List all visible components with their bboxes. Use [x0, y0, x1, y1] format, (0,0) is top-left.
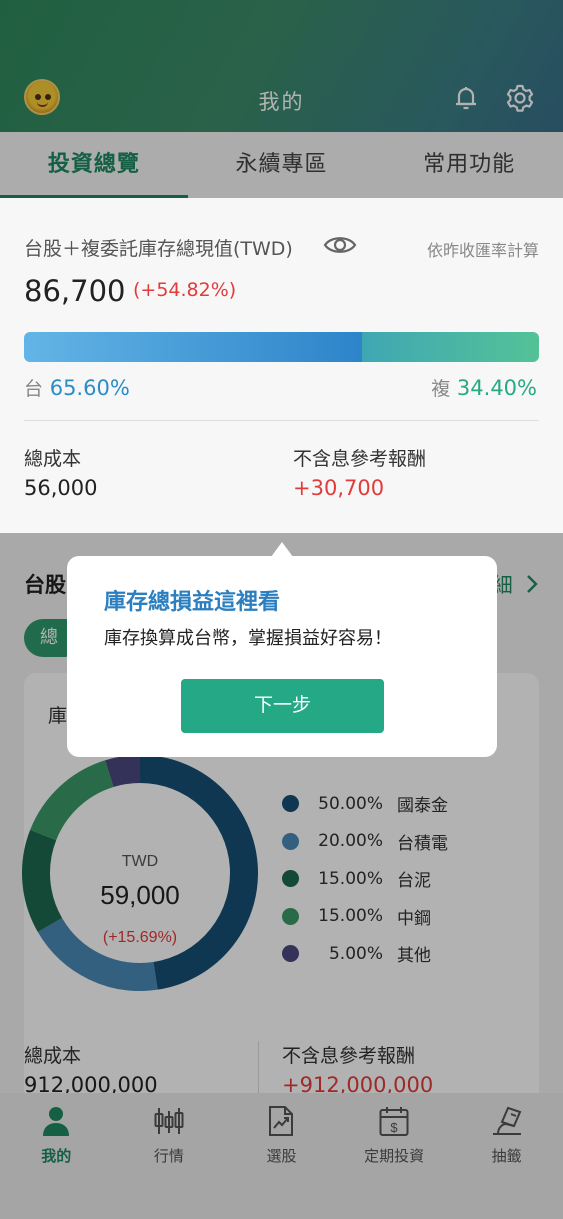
sub-allocation: 複 34.40%	[431, 374, 537, 401]
total-value-label: 台股＋複委託庫存總現值(TWD)	[24, 238, 293, 260]
chevron-right-icon	[519, 573, 539, 597]
tab-common-functions[interactable]: 常用功能	[375, 132, 563, 198]
legend-item: 50.00% 國泰金	[282, 785, 448, 823]
nav-label: 行情	[153, 1147, 184, 1165]
donut-segment-3	[30, 760, 114, 841]
nav-item-mine[interactable]: 我的	[0, 1093, 113, 1219]
total-change: (+54.82%)	[133, 279, 237, 301]
donut-total: 59,000	[100, 880, 180, 910]
gear-icon[interactable]	[505, 83, 535, 113]
legend-dot	[282, 832, 299, 850]
holdings-return-label: 不含息參考報酬	[282, 1045, 416, 1067]
tw-pct: 65.60%	[49, 376, 130, 400]
nav-label: 抽籤	[491, 1147, 522, 1165]
legend-item: 20.00% 台積電	[282, 823, 448, 861]
section-title: 台股	[24, 573, 66, 597]
legend-pct: 15.00%	[318, 868, 383, 889]
return-label: 不含息參考報酬	[293, 448, 427, 470]
section-detail-link[interactable]: 細	[493, 569, 539, 598]
legend-pct: 50.00%	[318, 793, 383, 814]
holdings-cost-label: 總成本	[24, 1045, 82, 1067]
dollar-sign: $	[390, 1120, 398, 1135]
divider	[24, 420, 539, 421]
donut-change: (+15.69%)	[103, 929, 177, 946]
cost-value: 56,000	[24, 476, 98, 500]
calendar-dollar-icon: $	[379, 1107, 409, 1136]
sub-pct: 34.40%	[456, 376, 537, 400]
tab-sustainability[interactable]: 永續專區	[188, 132, 376, 198]
legend-dot	[282, 907, 299, 925]
holdings-cost-value: 912,000,000	[24, 1073, 158, 1093]
holdings-return-value: +912,000,000	[282, 1073, 434, 1093]
tab-bar: 投資總覽 永續專區 常用功能	[0, 132, 563, 198]
holdings-card-title: 庫	[48, 705, 68, 727]
holdings-donut-chart: TWD 59,000 (+15.69%)	[22, 755, 258, 991]
bell-icon[interactable]	[451, 83, 481, 113]
lottery-icon	[492, 1106, 522, 1135]
sub-key: 複	[431, 378, 451, 400]
tooltip-body: 庫存換算成台幣，掌握損益好容易！	[104, 628, 392, 649]
summary-card: 台股＋複委託庫存總現值(TWD) 依昨收匯率計算 86,700 (+54.82%…	[0, 198, 563, 533]
allocation-bar	[24, 332, 539, 362]
candlestick-icon	[154, 1108, 184, 1134]
person-icon	[43, 1107, 70, 1136]
nav-item-stock-picker[interactable]: 選股	[225, 1093, 338, 1219]
chart-doc-icon	[269, 1106, 294, 1136]
donut-legend: 50.00% 國泰金 20.00% 台積電 15.00% 台泥 15.00% 中鋼 5.00% 其…	[282, 785, 448, 973]
nav-item-lottery[interactable]: 抽籤	[450, 1093, 563, 1219]
legend-pct: 20.00%	[318, 831, 383, 852]
nav-label: 選股	[266, 1147, 297, 1165]
donut-segment-4	[105, 755, 141, 788]
legend-name: 台泥	[397, 871, 431, 892]
legend-pct: 15.00%	[318, 906, 383, 927]
return-value: +30,700	[293, 476, 385, 500]
eye-icon[interactable]	[323, 232, 357, 262]
legend-name: 國泰金	[397, 796, 448, 817]
legend-name: 中鋼	[397, 908, 431, 929]
tooltip-title: 庫存總損益這裡看	[104, 590, 281, 615]
allocation-bar-tw	[24, 332, 362, 362]
legend-dot	[282, 870, 299, 888]
nav-item-market[interactable]: 行情	[113, 1093, 226, 1219]
donut-segment-2	[22, 829, 63, 932]
legend-item: 15.00% 台泥	[282, 860, 448, 898]
legend-pct: 5.00%	[328, 943, 383, 964]
legend-dot	[282, 795, 299, 813]
nav-label: 定期投資	[364, 1147, 425, 1165]
cost-label: 總成本	[24, 448, 82, 470]
donut-currency: TWD	[122, 853, 158, 870]
legend-name: 台積電	[397, 833, 448, 854]
tw-allocation: 台 65.60%	[24, 374, 130, 401]
total-value: 86,700	[24, 274, 126, 308]
stats-separator	[258, 1041, 259, 1093]
exchange-rate-note: 依昨收匯率計算	[426, 241, 539, 260]
legend-item: 15.00% 中鋼	[282, 898, 448, 936]
legend-item: 5.00% 其他	[282, 935, 448, 973]
app-header: 我的	[0, 0, 563, 132]
allocation-bar-sub	[361, 332, 539, 362]
legend-name: 其他	[397, 946, 431, 967]
next-step-button[interactable]: 下一步	[181, 679, 384, 733]
nav-item-regular-invest[interactable]: $ 定期投資	[338, 1093, 451, 1219]
bottom-nav: 我的 行情 選股 $ 定期投資 抽籤	[0, 1093, 563, 1219]
legend-dot	[282, 945, 299, 963]
tw-key: 台	[24, 378, 44, 400]
tab-investment-overview[interactable]: 投資總覽	[0, 132, 188, 198]
nav-label: 我的	[41, 1147, 72, 1165]
coach-mark-tooltip: 庫存總損益這裡看 庫存換算成台幣，掌握損益好容易！ 下一步	[67, 542, 497, 757]
